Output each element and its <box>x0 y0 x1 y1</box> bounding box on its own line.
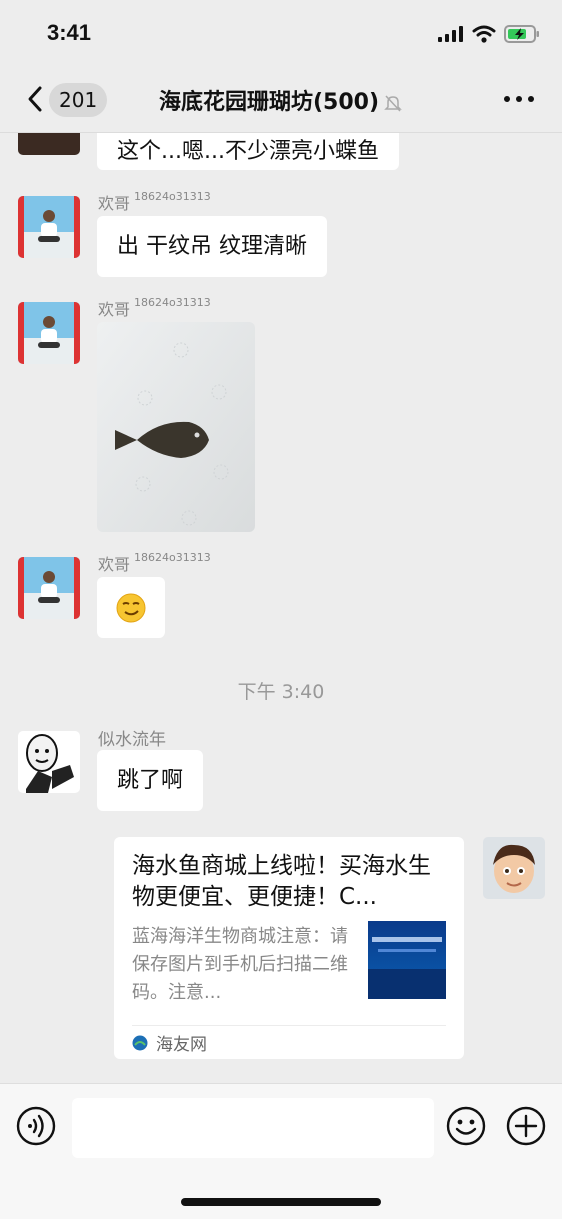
sender-name: 欢哥 18624o31313 <box>98 296 211 319</box>
link-card-description: 蓝海海洋生物商城注意：请保存图片到手机后扫描二维码。注意... <box>132 926 348 1003</box>
message-item: 欢哥 18624o31313 <box>18 296 255 532</box>
status-time: 3:41 <box>47 20 92 45</box>
avatar[interactable] <box>18 133 80 155</box>
message-bubble[interactable]: 出 干纹吊 纹理清晰 <box>97 216 327 277</box>
avatar[interactable] <box>18 302 80 364</box>
message-item: 这个...嗯...不少漂亮小蝶鱼 <box>18 133 399 170</box>
sender-name: 欢哥 18624o31313 <box>98 551 211 574</box>
chat-messages[interactable]: 这个...嗯...不少漂亮小蝶鱼 欢哥 18624o31313 出 干纹吊 纹理清… <box>0 133 562 1083</box>
message-item: 欢哥 18624o31313 出 干纹吊 纹理清晰 <box>18 190 327 277</box>
site-logo-icon <box>132 1035 148 1050</box>
message-item: 似水流年 跳了啊 <box>18 730 204 811</box>
message-bubble[interactable]: 这个...嗯...不少漂亮小蝶鱼 <box>97 133 399 170</box>
avatar[interactable] <box>18 557 80 619</box>
message-item: 欢哥 18624o31313 <box>18 551 211 638</box>
chat-title: 海底花园珊瑚坊(500) <box>0 84 562 116</box>
link-card-title: 海水鱼商城上线啦！买海水生物更便宜、更便捷！C... <box>132 853 431 910</box>
status-icons <box>438 25 540 43</box>
link-card-divider <box>132 1025 446 1026</box>
message-bubble[interactable] <box>97 577 165 638</box>
link-card[interactable]: 海水鱼商城上线啦！买海水生物更便宜、更便捷！C... 蓝海海洋生物商城注意：请保… <box>114 837 464 1059</box>
message-bubble[interactable]: 跳了啊 <box>97 750 204 811</box>
mute-bell-icon <box>384 95 402 112</box>
group-name: 海底花园珊瑚坊(500) <box>158 90 380 115</box>
chat-header: 201 海底花园珊瑚坊(500) <box>0 66 562 133</box>
message-timestamp: 下午 3:40 <box>237 681 325 703</box>
sender-name: 欢哥 18624o31313 <box>98 190 211 213</box>
sender-phone: 18624o31313 <box>134 190 211 203</box>
message-input[interactable] <box>72 1098 434 1158</box>
avatar[interactable] <box>18 731 80 793</box>
input-bar <box>0 1083 562 1219</box>
my-avatar[interactable] <box>483 837 545 899</box>
smirk-emoji-icon <box>116 593 146 623</box>
link-card-source: 海友网 <box>132 1030 207 1055</box>
sender-phone: 18624o31313 <box>134 296 211 309</box>
link-card-thumbnail <box>368 921 446 999</box>
sender-phone: 18624o31313 <box>134 551 211 564</box>
emoji-icon[interactable] <box>446 1106 486 1146</box>
plus-icon[interactable] <box>506 1106 546 1146</box>
battery-charging-icon <box>504 25 539 43</box>
avatar[interactable] <box>18 196 80 258</box>
signal-icon <box>438 26 463 42</box>
sender-name: 似水流年 <box>98 730 166 750</box>
fish-photo[interactable] <box>97 322 255 532</box>
voice-input-icon[interactable] <box>16 1106 56 1146</box>
more-options-icon[interactable] <box>502 88 536 110</box>
status-bar: 3:41 <box>0 0 562 66</box>
wifi-icon <box>472 25 496 43</box>
home-indicator[interactable] <box>181 1198 381 1206</box>
